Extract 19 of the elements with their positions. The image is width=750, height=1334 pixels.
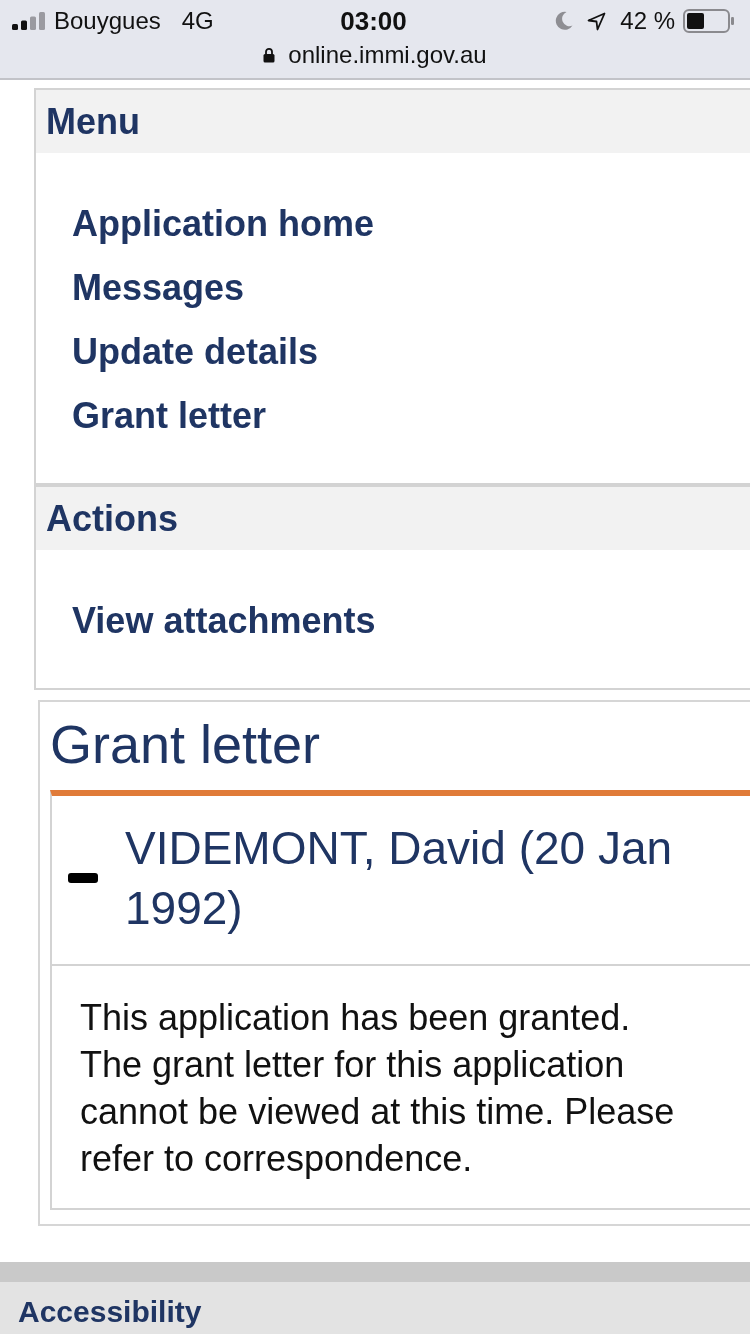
menu-link[interactable]: Update details	[72, 320, 319, 384]
menu-link[interactable]: View attachments	[72, 589, 376, 653]
grant-message: This application has been granted. The grant letter for this application cannot be viewed at this time. Please refer to correspondence.	[79, 996, 676, 1181]
page-title: Grant letter	[50, 713, 322, 776]
clock-time: 03:00	[340, 4, 407, 38]
signal-icon	[12, 12, 46, 30]
battery-percentage: 42 %	[620, 6, 675, 36]
menu-link[interactable]: Application home	[72, 192, 374, 256]
network-type: 4G	[181, 6, 214, 36]
battery-icon	[683, 9, 735, 33]
minus-icon[interactable]	[68, 873, 98, 883]
menu-link[interactable]: Grant letter	[72, 384, 267, 448]
panel-heading: Actions	[36, 487, 750, 550]
menu-link[interactable]: Messages	[72, 256, 245, 320]
footer-link[interactable]: Accessibility	[18, 1295, 202, 1328]
applicant-name: VIDEMONT, David (20 Jan 1992)	[125, 821, 674, 936]
url-text[interactable]: online.immi.gov.au	[288, 42, 487, 68]
carrier-name: Bouygues	[54, 6, 161, 36]
panel-heading: Menu	[36, 90, 750, 153]
